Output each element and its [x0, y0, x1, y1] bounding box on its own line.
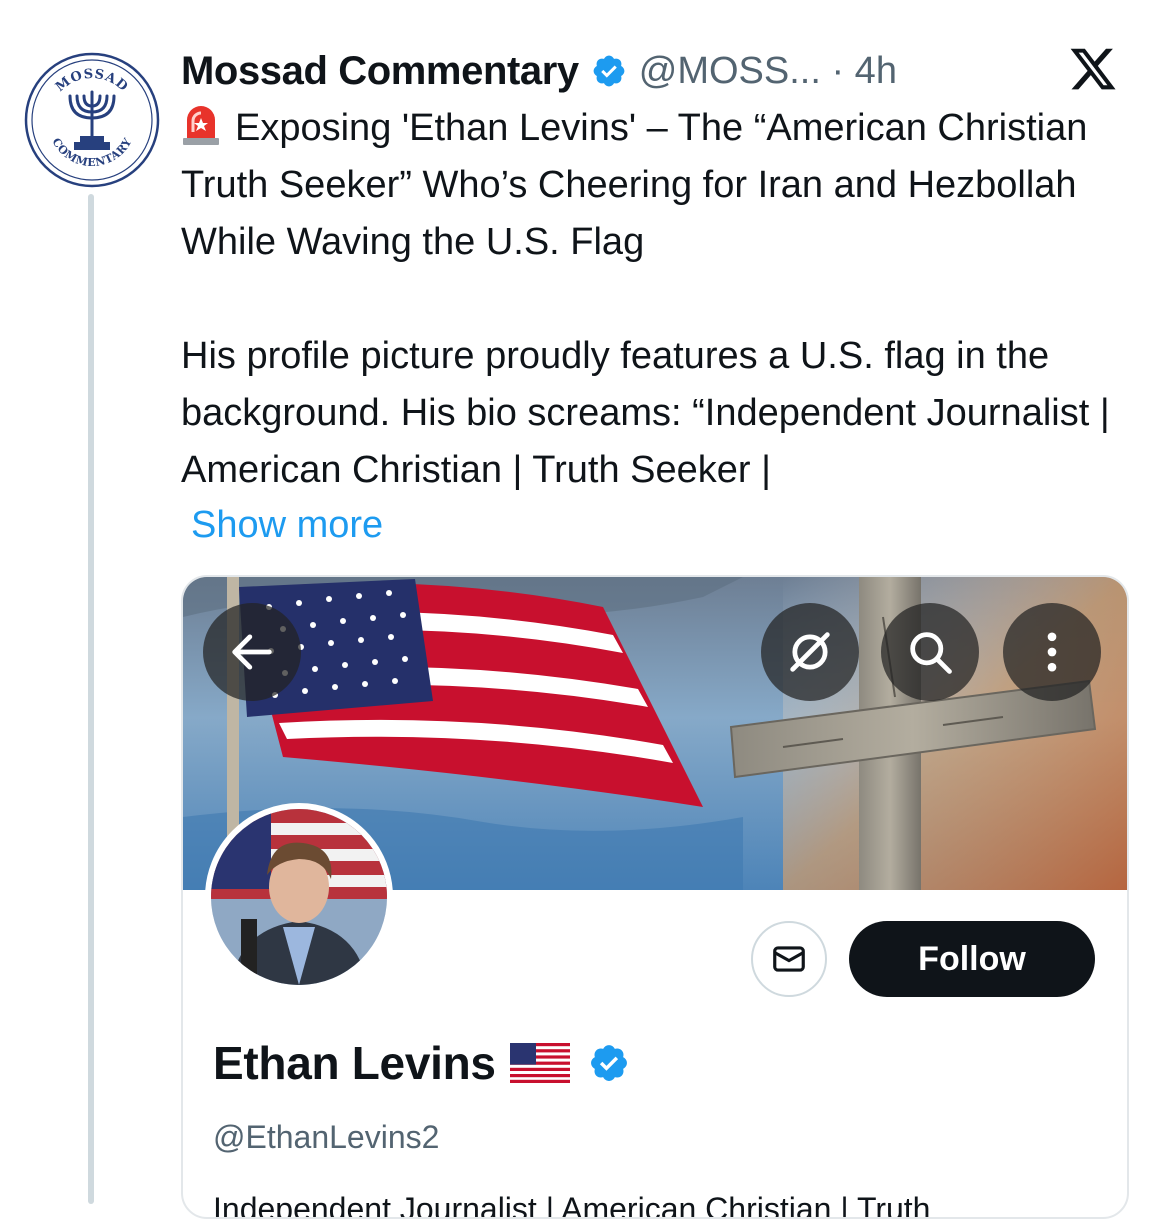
show-more-link[interactable]: Show more	[191, 499, 383, 551]
profile-name: Ethan Levins	[213, 1037, 496, 1089]
us-flag-icon	[509, 1043, 570, 1083]
search-icon	[910, 632, 952, 674]
back-button[interactable]	[203, 603, 301, 701]
profile-handle: @EthanLevins2	[213, 1119, 440, 1155]
profile-screenshot-card[interactable]: Follow Ethan Levins @EthanLevins2 Indepe…	[181, 575, 1129, 1219]
author-handle-time[interactable]: @MOSS... · 4h	[639, 50, 897, 93]
hide-icon	[790, 632, 830, 672]
author-display-name[interactable]: Mossad Commentary	[181, 49, 579, 94]
author-avatar[interactable]: MOSSAD COMMENTARY	[24, 52, 160, 188]
thread-line	[88, 194, 94, 1204]
profile-name-row: Ethan Levins	[213, 1035, 630, 1091]
more-icon	[1047, 632, 1057, 672]
tweet-text: Exposing 'Ethan Levins' – The “American …	[181, 100, 1131, 499]
tweet-headline: Exposing 'Ethan Levins' – The “American …	[181, 107, 1098, 263]
back-arrow-icon	[232, 634, 272, 670]
hide-button[interactable]	[761, 603, 859, 701]
tweet-header: Mossad Commentary @MOSS... · 4h	[181, 42, 897, 100]
x-logo-icon	[1070, 48, 1116, 90]
siren-icon	[183, 106, 219, 145]
more-button[interactable]	[1003, 603, 1101, 701]
message-button[interactable]	[751, 921, 827, 997]
search-button[interactable]	[881, 603, 979, 701]
profile-avatar[interactable]	[205, 803, 393, 991]
follow-button[interactable]: Follow	[849, 921, 1095, 997]
verified-badge-icon	[593, 55, 625, 87]
profile-bio-cutoff: Independent Journalist | American Christ…	[213, 1191, 931, 1219]
message-icon	[773, 946, 805, 972]
profile-verified-badge-icon	[590, 1045, 627, 1081]
tweet-body: His profile picture proudly features a U…	[181, 335, 1119, 491]
